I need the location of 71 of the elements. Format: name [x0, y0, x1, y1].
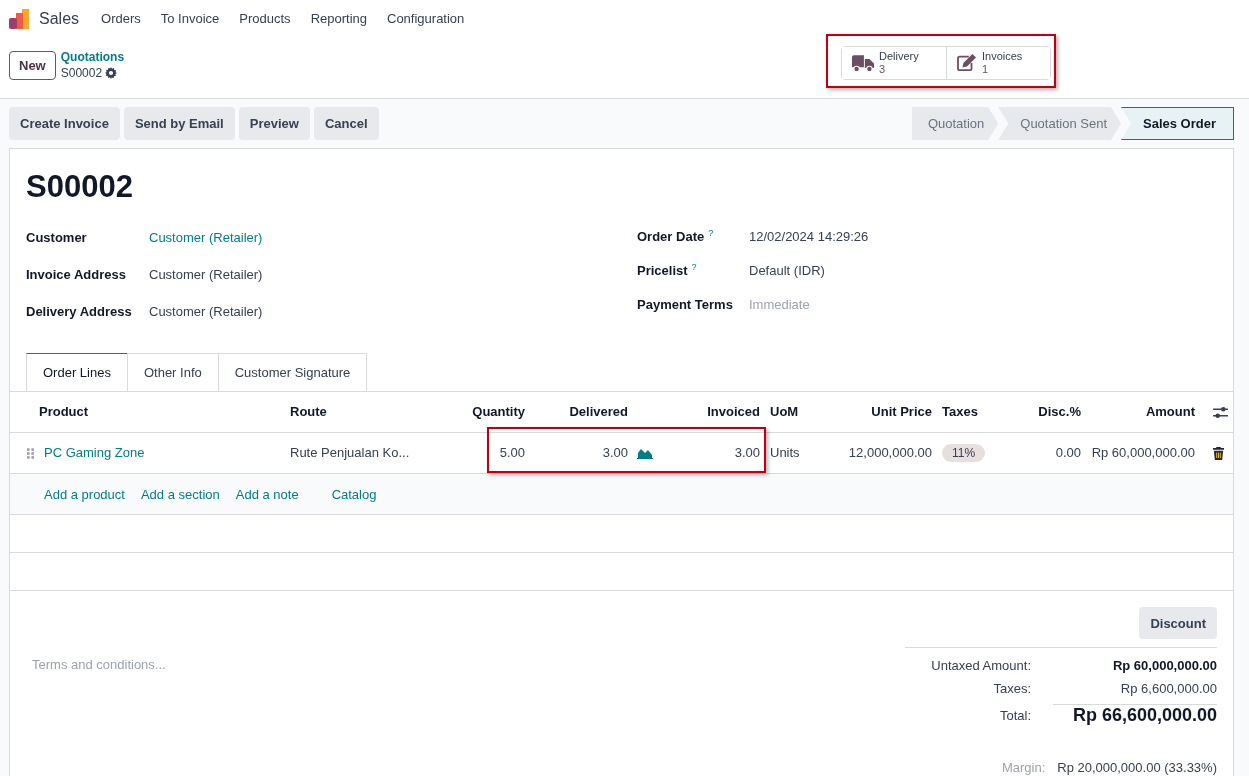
edit-icon — [957, 54, 977, 72]
truck-icon — [852, 54, 874, 72]
action-button[interactable]: Create Invoice — [9, 107, 120, 140]
table-cell-text: Rp 60,000,000.00 — [1090, 445, 1196, 461]
field-value: Default (IDR) — [749, 262, 825, 278]
total-value: Rp 6,600,000.00 — [1119, 681, 1217, 696]
field-label: Pricelist $^{?}$ — [637, 261, 698, 279]
status-stage[interactable]: Sales Order — [1121, 107, 1234, 140]
tab[interactable]: Customer Signature — [217, 353, 368, 392]
smart-button[interactable]: Invoices 1 — [946, 47, 1050, 79]
add-line-link[interactable]: Catalog — [331, 486, 385, 502]
field-value: Customer (Retailer) — [149, 267, 263, 282]
field-label: Payment Terms — [637, 296, 734, 312]
column-header[interactable]: Route — [285, 404, 430, 420]
column-header[interactable]: Delivered — [530, 404, 660, 420]
field-label: Delivery Address — [26, 304, 133, 319]
field-value[interactable]: Customer (Retailer) — [149, 230, 263, 245]
menu-item[interactable]: To Invoice — [150, 11, 230, 26]
total-value: Rp 66,600,000.00 — [1053, 704, 1217, 726]
action-button[interactable]: Preview — [238, 107, 310, 140]
breadcrumb-link[interactable]: Quotations — [60, 49, 125, 65]
drag-handle-icon[interactable] — [27, 447, 34, 459]
field-value: 12/02/2024 14:29:26 — [749, 228, 869, 244]
total-label: Total: — [998, 707, 1031, 723]
margin-value: Rp 20,000,000.00 (33.33%) — [1057, 760, 1217, 775]
column-header[interactable]: Invoiced — [660, 404, 765, 420]
table-cell-text: 3.00 — [733, 445, 761, 461]
input-field[interactable]: Immediate — [749, 296, 869, 312]
record-name: S00002 — [60, 65, 103, 81]
column-header[interactable]: Unit Price — [825, 404, 937, 420]
action-button[interactable]: Cancel — [313, 107, 379, 140]
column-header[interactable]: Product — [34, 404, 285, 420]
menu-item[interactable]: Configuration — [377, 11, 475, 26]
field-value: Customer (Retailer) — [149, 304, 263, 319]
menu-item[interactable]: Orders — [91, 11, 151, 26]
field-label: Order Date $^{?}$ — [637, 227, 715, 245]
add-line-link[interactable]: Add a section — [140, 486, 228, 502]
action-button[interactable]: Send by Email — [123, 107, 235, 140]
new-button[interactable]: New — [9, 50, 56, 80]
field-label: Invoice Address — [26, 267, 127, 282]
table-cell-text: 12,000,000.00 — [847, 445, 933, 461]
app-name[interactable]: Sales — [39, 9, 80, 28]
table-cell-text: Rute Penjualan Ko... — [289, 445, 411, 461]
status-stage[interactable]: Quotation — [911, 107, 999, 140]
menu-item[interactable]: Products — [229, 11, 301, 26]
menu-item[interactable]: Reporting — [300, 11, 377, 26]
total-value: Rp 60,000,000.00 — [1111, 658, 1217, 673]
product-link[interactable]: PC Gaming Zone — [34, 445, 285, 461]
column-header[interactable]: Quantity — [430, 404, 530, 420]
total-label: Taxes: — [992, 681, 1031, 696]
total-label: Untaxed Amount: — [930, 658, 1031, 673]
add-line-link[interactable]: Add a product — [44, 486, 133, 502]
tax-tag: 11% — [942, 444, 986, 462]
app-logo-icon[interactable] — [8, 7, 30, 30]
tab[interactable]: Order Lines — [26, 353, 128, 392]
table-cell-text: Units — [769, 445, 801, 461]
margin-label: Margin: — [1001, 760, 1046, 775]
column-header[interactable]: Disc.% — [1000, 404, 1086, 420]
record-title: S00002 — [26, 169, 134, 205]
column-header[interactable]: UoM — [765, 404, 825, 420]
column-header[interactable]: Amount — [1086, 404, 1200, 420]
table-cell-text: 5.00 — [498, 445, 526, 461]
discount-button[interactable]: Discount — [1139, 607, 1217, 639]
add-line-link[interactable]: Add a note — [235, 486, 307, 502]
terms-field[interactable]: Terms and conditions... — [30, 655, 434, 689]
table-cell-text: 0.00 — [1054, 445, 1082, 461]
field-label: Customer — [26, 230, 88, 245]
status-stage[interactable]: Quotation Sent — [998, 107, 1121, 140]
gear-icon[interactable] — [105, 67, 118, 79]
table-cell-text: 3.00 — [601, 445, 629, 461]
column-header[interactable]: Taxes — [937, 404, 1000, 420]
